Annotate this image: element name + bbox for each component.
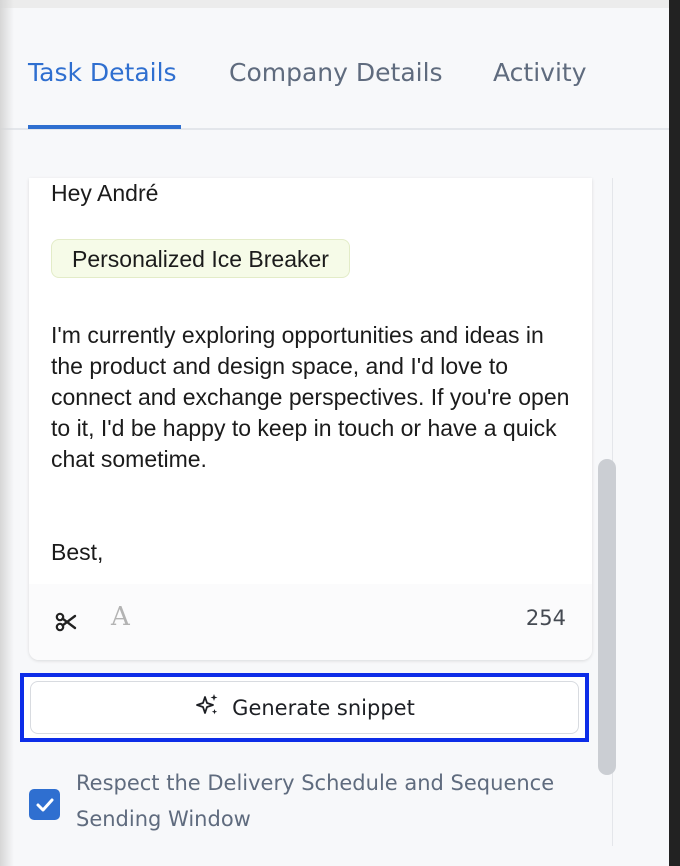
message-signoff: Best,: [51, 539, 104, 565]
message-greeting: Hey André: [51, 180, 159, 206]
generate-snippet-label: Generate snippet: [232, 695, 415, 720]
tab-task-details[interactable]: Task Details: [28, 58, 177, 87]
tab-activity[interactable]: Activity: [493, 58, 587, 87]
font-a-icon[interactable]: A: [111, 602, 130, 632]
respect-schedule-checkbox[interactable]: [29, 789, 60, 820]
window-edge: [669, 0, 680, 866]
top-strip: [0, 0, 680, 8]
snippet-chip[interactable]: Personalized Ice Breaker: [51, 239, 350, 278]
generate-snippet-inner: Generate snippet: [30, 681, 579, 734]
scissors-icon[interactable]: [55, 611, 77, 638]
tab-company-details[interactable]: Company Details: [229, 58, 443, 87]
check-icon: [36, 798, 54, 812]
respect-schedule-label[interactable]: Respect the Delivery Schedule and Sequen…: [76, 765, 586, 837]
sparkles-icon: [194, 692, 220, 723]
active-tab-indicator: [28, 125, 181, 129]
character-count: 254: [525, 606, 566, 630]
editor-toolbar: A 254: [29, 584, 592, 660]
message-body: I'm currently exploring opportunities an…: [51, 322, 570, 472]
generate-snippet-button[interactable]: Generate snippet: [20, 673, 589, 742]
scroll-thumb[interactable]: [598, 459, 616, 775]
message-editor[interactable]: Hey André Personalized Ice Breaker I'm c…: [29, 178, 592, 660]
task-panel: Task Details Company Details Activity He…: [0, 8, 669, 866]
tab-bar: Task Details Company Details Activity: [0, 8, 669, 130]
left-shadow: [0, 0, 14, 866]
